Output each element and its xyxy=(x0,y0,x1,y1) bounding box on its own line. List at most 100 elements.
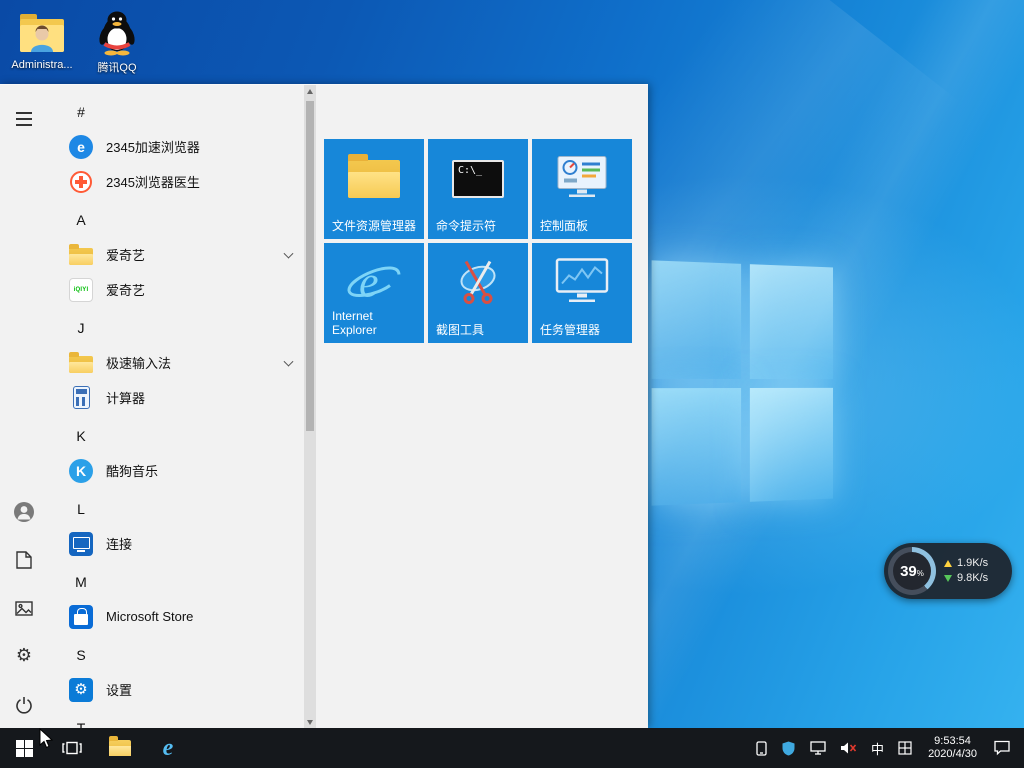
section-letter: J xyxy=(77,320,85,336)
app-item-connect[interactable]: 连接 xyxy=(48,526,304,561)
tile-command-prompt[interactable]: C:\_ 命令提示符 xyxy=(428,139,528,239)
snipping-tool-icon xyxy=(452,257,504,310)
system-tray: 中 9:53:54 2020/4/30 xyxy=(749,728,1024,768)
app-item-microsoft-store[interactable]: Microsoft Store xyxy=(48,599,304,634)
usage-gauge: 39% xyxy=(888,547,936,595)
app-item-iqiyi[interactable]: iQIYI 爱奇艺 xyxy=(48,272,304,307)
windows-logo-icon xyxy=(15,739,33,757)
app-section-header[interactable]: K xyxy=(48,419,304,453)
section-letter: L xyxy=(77,501,85,517)
kugou-music-icon: K xyxy=(68,458,94,484)
tile-control-panel[interactable]: 控制面板 xyxy=(532,139,632,239)
section-letter: T xyxy=(76,720,86,728)
account-icon xyxy=(14,502,34,522)
ime-chinese-label: 中 xyxy=(871,741,885,757)
folder-icon xyxy=(109,736,131,756)
app-section-header[interactable]: M xyxy=(48,565,304,599)
app-folder-jisu-ime[interactable]: 极速输入法 xyxy=(48,345,304,380)
settings-tile-icon: ⚙ xyxy=(68,677,94,703)
2345-browser-icon: e xyxy=(68,134,94,160)
ime-language-button[interactable]: 中 xyxy=(864,728,891,768)
tile-file-explorer[interactable]: 文件资源管理器 xyxy=(324,139,424,239)
app-folder-iqiyi[interactable]: 爱奇艺 xyxy=(48,237,304,272)
tile-internet-explorer[interactable]: e Internet Explorer xyxy=(324,243,424,343)
app-item-kugou[interactable]: K 酷狗音乐 xyxy=(48,453,304,488)
desktop-icon-label: Administra... xyxy=(11,59,73,71)
app-section-header[interactable]: J xyxy=(48,311,304,345)
logo-pane xyxy=(651,387,741,506)
network-icon xyxy=(810,741,826,755)
settings-button[interactable]: ⚙ xyxy=(0,632,48,680)
shield-icon xyxy=(782,741,795,755)
scroll-down-arrow[interactable] xyxy=(304,716,316,728)
volume-muted-icon xyxy=(841,742,857,754)
documents-button[interactable] xyxy=(0,536,48,584)
app-section-header[interactable]: T xyxy=(48,711,304,728)
time: 9:53:54 xyxy=(934,735,971,747)
tile-snipping-tool[interactable]: 截图工具 xyxy=(428,243,528,343)
calculator-icon xyxy=(68,385,94,411)
pictures-icon xyxy=(15,600,33,616)
notification-icon xyxy=(994,740,1010,756)
download-speed: 9.8K/s xyxy=(944,573,1012,584)
volume-tray-button[interactable] xyxy=(833,728,864,768)
command-prompt-icon: C:\_ xyxy=(452,160,504,198)
ime-grid-icon xyxy=(898,741,912,755)
clock[interactable]: 9:53:54 2020/4/30 xyxy=(919,728,986,768)
percent-sign: % xyxy=(916,568,924,578)
app-item-2345-browser[interactable]: e 2345加速浏览器 xyxy=(48,129,304,164)
task-view-button[interactable] xyxy=(48,728,96,768)
section-letter: S xyxy=(76,647,86,663)
upload-arrow-icon xyxy=(944,560,952,567)
network-tray-button[interactable] xyxy=(803,728,833,768)
scrollbar-thumb[interactable] xyxy=(306,101,314,431)
app-item-calculator[interactable]: 计算器 xyxy=(48,380,304,415)
pictures-button[interactable] xyxy=(0,584,48,632)
scroll-up-arrow[interactable] xyxy=(304,85,316,97)
device-icon xyxy=(756,740,767,756)
app-section-header[interactable]: L xyxy=(48,492,304,526)
download-arrow-icon xyxy=(944,575,952,582)
microsoft-store-icon xyxy=(68,604,94,630)
chevron-down-icon[interactable] xyxy=(283,248,294,259)
power-icon xyxy=(16,697,32,714)
network-speed-widget[interactable]: 39% 1.9K/s 9.8K/s xyxy=(884,543,1012,599)
file-explorer-taskbar-button[interactable] xyxy=(96,728,144,768)
app-list-scrollbar[interactable] xyxy=(304,85,316,728)
expand-menu-button[interactable] xyxy=(0,95,48,143)
speed-readouts: 1.9K/s 9.8K/s xyxy=(936,558,1012,584)
2345-doctor-icon xyxy=(68,169,94,195)
app-item-settings[interactable]: ⚙ 设置 xyxy=(48,672,304,707)
qq-penguin-icon xyxy=(80,10,154,56)
chevron-down-icon[interactable] xyxy=(283,356,294,367)
start-button[interactable] xyxy=(0,728,48,768)
gear-icon: ⚙ xyxy=(15,645,33,666)
windows-logo-wallpaper xyxy=(651,260,833,506)
desktop-icon-administrator[interactable]: Administra... xyxy=(5,10,79,71)
app-item-2345-doctor[interactable]: 2345浏览器医生 xyxy=(48,164,304,199)
tile-task-manager[interactable]: 任务管理器 xyxy=(532,243,632,343)
ie-e-icon: e xyxy=(162,735,174,761)
usage-percent: 39 xyxy=(900,562,917,580)
ime-mode-button[interactable] xyxy=(891,728,919,768)
action-center-button[interactable] xyxy=(986,728,1018,768)
control-panel-icon xyxy=(556,155,608,204)
device-tray-button[interactable] xyxy=(749,728,774,768)
iqiyi-icon: iQIYI xyxy=(68,277,94,303)
administrator-folder-icon xyxy=(5,10,79,56)
power-button[interactable] xyxy=(0,681,48,728)
account-button[interactable] xyxy=(0,488,48,536)
tile-grid: 文件资源管理器 C:\_ 命令提示符 控制面板 e Internet Explo… xyxy=(324,139,648,343)
app-section-header[interactable]: S xyxy=(48,638,304,672)
app-section-header[interactable]: A xyxy=(48,203,304,237)
browser-taskbar-button[interactable]: e xyxy=(144,728,192,768)
security-tray-button[interactable] xyxy=(774,728,803,768)
desktop-icon-qq[interactable]: 腾讯QQ xyxy=(80,10,154,75)
folder-icon xyxy=(68,242,94,268)
app-section-header[interactable]: # xyxy=(48,95,304,129)
desktop[interactable]: Administra... 腾讯QQ ⚙ # e 2345加速浏览器 2345浏… xyxy=(0,0,1024,768)
file-explorer-icon xyxy=(348,154,400,198)
document-icon xyxy=(16,551,32,569)
task-manager-icon xyxy=(555,258,609,309)
date: 2020/4/30 xyxy=(928,748,977,760)
